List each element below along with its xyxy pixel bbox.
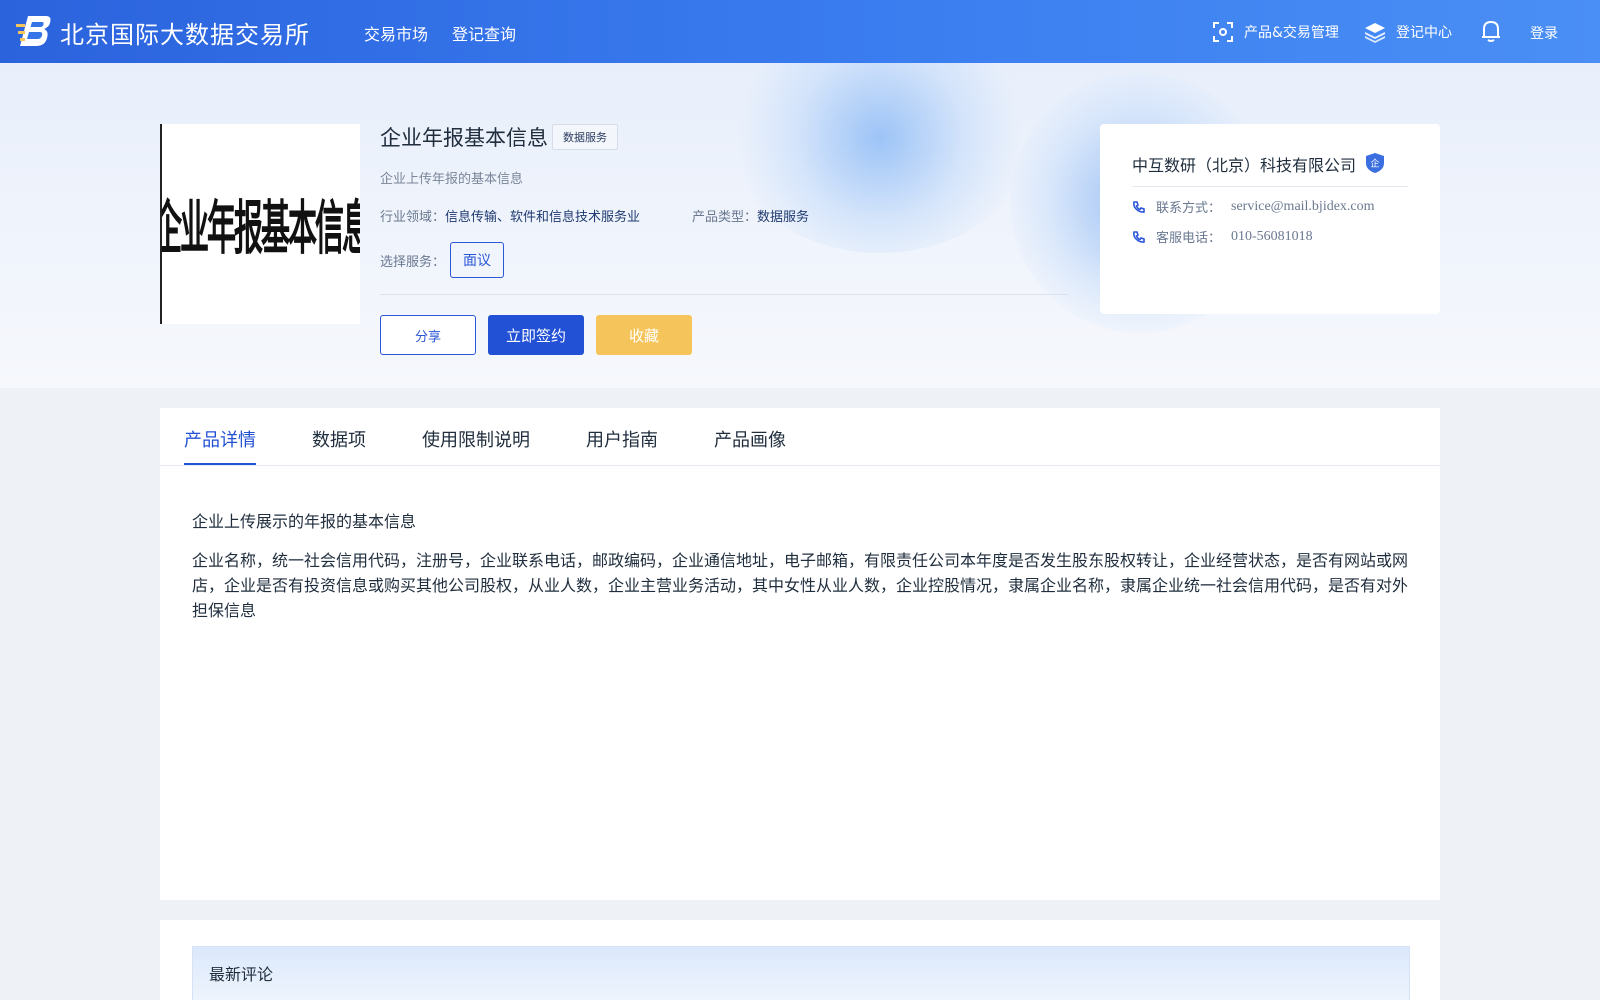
- tab-product-profile[interactable]: 产品画像: [714, 426, 786, 452]
- tab-data-items[interactable]: 数据项: [312, 426, 366, 452]
- phone-icon: [1133, 230, 1145, 243]
- seller-card: 中互数研（北京）科技有限公司 企 联系方式： service@mail.bjid…: [1100, 124, 1440, 314]
- industry-value: 信息传输、软件和信息技术服务业: [445, 210, 641, 225]
- service-option-negotiable[interactable]: 面议: [450, 242, 504, 278]
- register-center-label: 登记中心: [1396, 25, 1452, 41]
- nav-registration-query[interactable]: 登记查询: [452, 21, 516, 45]
- phone-label: 客服电话：: [1156, 231, 1222, 246]
- contact-label: 联系方式：: [1156, 201, 1222, 216]
- comments-section: 最新评论: [160, 920, 1440, 1000]
- sign-now-button[interactable]: 立即签约: [488, 315, 584, 355]
- product-type-field: 产品类型：数据服务: [692, 206, 809, 225]
- contact-row-phone: 客服电话： 010-56081018: [1132, 227, 1313, 246]
- tab-bar: 产品详情 数据项 使用限制说明 用户指南 产品画像: [160, 408, 1440, 466]
- favorite-button[interactable]: 收藏: [596, 315, 692, 355]
- site-name[interactable]: 北京国际大数据交易所: [60, 15, 310, 50]
- product-type-tag: 数据服务: [552, 124, 618, 150]
- seller-name[interactable]: 中互数研（北京）科技有限公司: [1132, 152, 1356, 176]
- detail-fields: 企业名称，统一社会信用代码，注册号，企业联系电话，邮政编码，企业通信地址，电子邮…: [192, 551, 1409, 620]
- scan-focus-icon: [1213, 22, 1233, 42]
- product-description: 企业上传年报的基本信息: [380, 172, 524, 187]
- industry-field: 行业领域：信息传输、软件和信息技术服务业: [380, 206, 640, 225]
- active-tab-indicator: [184, 463, 256, 465]
- product-cover-image: 企业年报基本信息: [160, 124, 360, 324]
- divider: [1132, 186, 1408, 187]
- comments-header: 最新评论: [192, 946, 1410, 1000]
- nav-trade-market[interactable]: 交易市场: [364, 21, 428, 45]
- product-cover-text: 企业年报基本信息: [160, 194, 360, 262]
- product-type-value: 数据服务: [757, 210, 810, 225]
- layers-icon: [1365, 23, 1385, 43]
- product-type-label: 产品类型：: [692, 210, 758, 225]
- bell-icon[interactable]: [1480, 19, 1502, 43]
- tab-usage-restrictions[interactable]: 使用限制说明: [422, 426, 530, 452]
- enterprise-badge-text: 企: [1370, 158, 1379, 170]
- service-phone[interactable]: 010-56081018: [1231, 229, 1313, 245]
- register-center-link[interactable]: 登记中心: [1364, 21, 1452, 43]
- phone-icon: [1133, 200, 1145, 213]
- select-service-label: 选择服务：: [380, 255, 446, 270]
- enterprise-badge-icon: 企: [1366, 153, 1384, 173]
- contact-email[interactable]: service@mail.bjidex.com: [1231, 199, 1375, 215]
- product-title: 企业年报基本信息: [380, 126, 548, 150]
- top-header: 北京国际大数据交易所 交易市场 登记查询 产品&交易管理 登记中心 登录: [0, 0, 1600, 63]
- industry-label: 行业领域：: [380, 210, 446, 225]
- tab-user-guide[interactable]: 用户指南: [586, 426, 658, 452]
- login-link[interactable]: 登录: [1530, 23, 1558, 43]
- share-button[interactable]: 分享: [380, 315, 476, 355]
- divider: [380, 294, 1068, 295]
- product-trade-mgmt-link[interactable]: 产品&交易管理: [1212, 21, 1339, 43]
- product-trade-mgmt-label: 产品&交易管理: [1244, 25, 1339, 41]
- detail-panel: 产品详情 数据项 使用限制说明 用户指南 产品画像 企业上传展示的年报的基本信息…: [160, 408, 1440, 900]
- detail-summary: 企业上传展示的年报的基本信息: [192, 512, 417, 531]
- comments-title: 最新评论: [209, 965, 274, 984]
- contact-row-email: 联系方式： service@mail.bjidex.com: [1132, 197, 1375, 216]
- tab-product-details[interactable]: 产品详情: [184, 426, 256, 452]
- bidex-logo-icon[interactable]: [16, 14, 52, 48]
